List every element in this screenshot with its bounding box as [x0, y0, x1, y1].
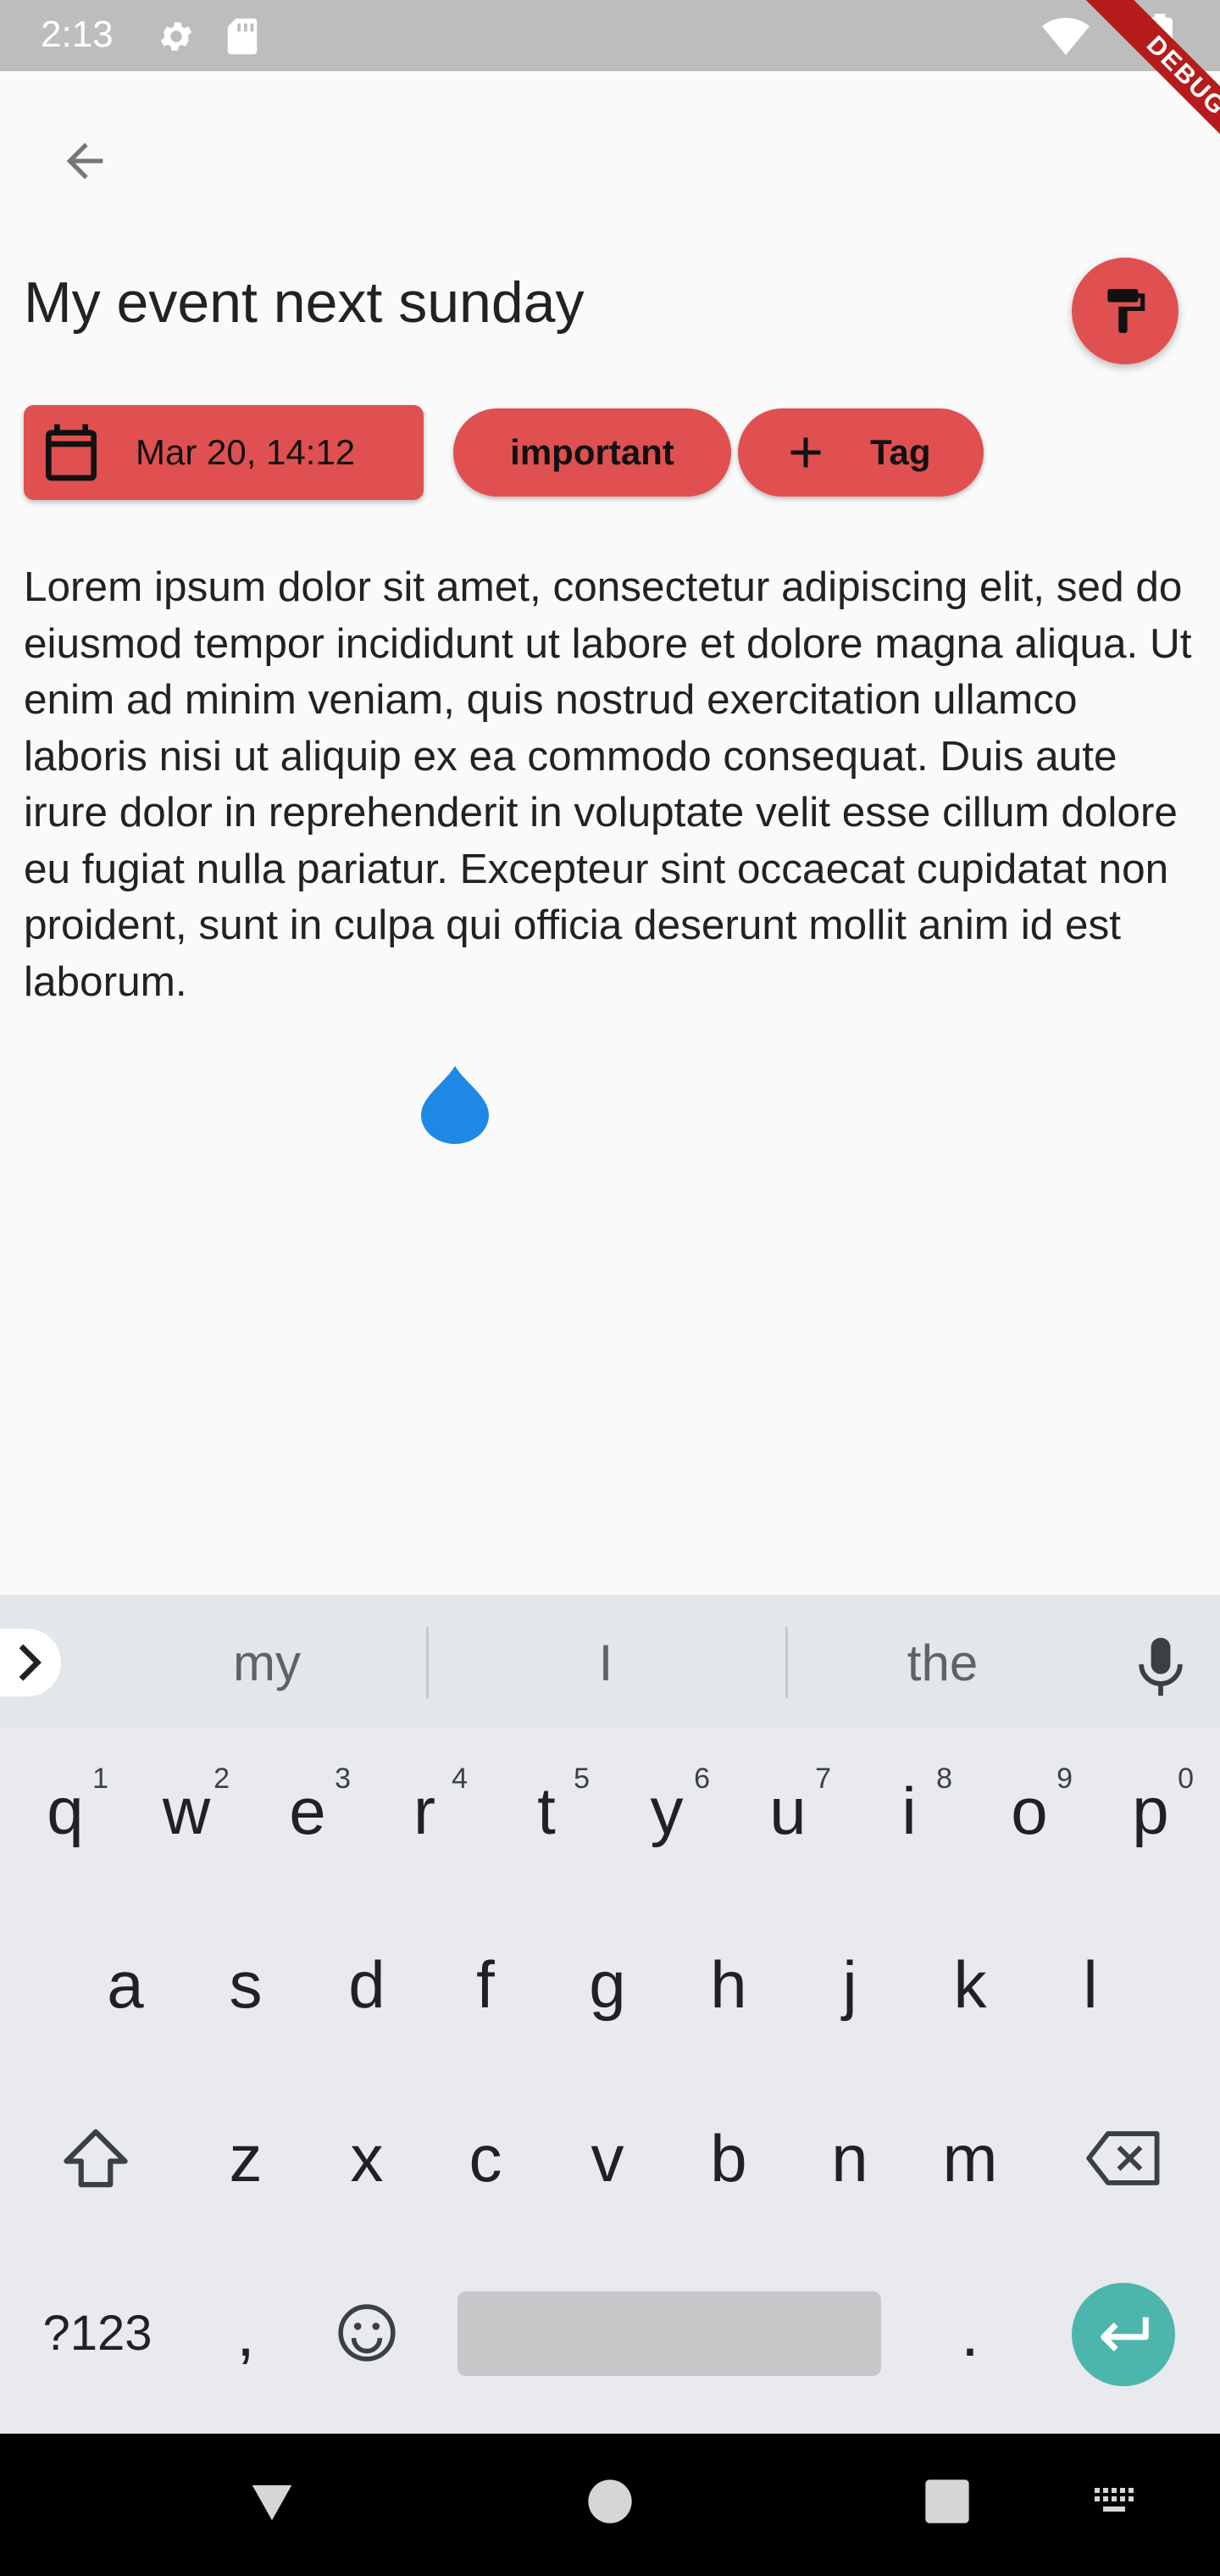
symbols-key[interactable]: ?123: [25, 2269, 169, 2396]
key-hint: 4: [452, 1763, 468, 1795]
key-label: y: [650, 1773, 684, 1848]
key-r[interactable]: r4: [369, 1747, 480, 1874]
nav-back-icon[interactable]: [246, 2474, 298, 2527]
debug-label: DEBUG: [1084, 0, 1220, 169]
key-label: t: [537, 1773, 556, 1848]
enter-icon: [1101, 2317, 1149, 2351]
key-hint: 0: [1178, 1763, 1194, 1795]
add-tag-button[interactable]: Tag: [738, 408, 984, 497]
key-label: o: [1011, 1773, 1048, 1848]
key-label: r: [413, 1773, 435, 1848]
enter-key[interactable]: [1072, 2283, 1175, 2386]
add-tag-label: Tag: [870, 432, 931, 472]
status-bar: 2:13: [0, 0, 1220, 71]
key-hint: 6: [694, 1763, 710, 1795]
suggestion-2[interactable]: I: [432, 1629, 779, 1696]
key-p[interactable]: p0: [1095, 1747, 1206, 1874]
note-body-text[interactable]: Lorem ipsum dolor sit amet, consectetur …: [24, 559, 1196, 1010]
tag-chip[interactable]: important: [453, 408, 731, 497]
mic-icon[interactable]: [1131, 1633, 1190, 1701]
key-c[interactable]: c: [430, 2095, 541, 2222]
suggestion-bar: my I the: [0, 1595, 1220, 1727]
shift-icon: [64, 2129, 128, 2188]
key-j[interactable]: j: [795, 1921, 905, 2048]
soft-keyboard: my I the q1 w2 e3 r4 t5 y6 u7 i8 o9 p0 a…: [0, 1595, 1220, 2434]
debug-banner: DEBUG: [1051, 0, 1220, 169]
key-hint: 5: [574, 1763, 590, 1795]
suggestion-divider: [426, 1627, 429, 1698]
key-hint: 3: [335, 1763, 351, 1795]
key-hint: 1: [92, 1763, 108, 1795]
key-x[interactable]: x: [312, 2095, 422, 2222]
key-n[interactable]: n: [795, 2095, 905, 2222]
arrow-back-icon: [66, 142, 103, 180]
key-label: i: [901, 1773, 917, 1848]
key-y[interactable]: y6: [612, 1747, 722, 1874]
key-v[interactable]: v: [552, 2095, 663, 2222]
nav-keyboard-icon[interactable]: [1093, 2486, 1140, 2517]
nav-home-icon[interactable]: [586, 2478, 634, 2525]
space-key[interactable]: [458, 2291, 881, 2376]
key-w[interactable]: w2: [131, 1747, 241, 1874]
shift-key[interactable]: [41, 2095, 151, 2222]
key-hint: 2: [214, 1763, 230, 1795]
comma-key[interactable]: ,: [191, 2269, 301, 2396]
format-paint-icon: [1107, 289, 1145, 333]
key-label: e: [289, 1773, 326, 1848]
key-z[interactable]: z: [191, 2095, 301, 2222]
calendar-icon: [46, 424, 97, 481]
color-picker-button[interactable]: [1072, 258, 1178, 364]
backspace-icon: [1086, 2131, 1160, 2185]
key-i[interactable]: i8: [854, 1747, 964, 1874]
key-m[interactable]: m: [915, 2095, 1025, 2222]
key-label: w: [162, 1773, 211, 1848]
key-label: u: [769, 1773, 807, 1848]
key-hint: 8: [936, 1763, 952, 1795]
key-u[interactable]: u7: [733, 1747, 843, 1874]
key-h[interactable]: h: [674, 1921, 784, 2048]
key-label: q: [47, 1773, 84, 1848]
period-key[interactable]: .: [915, 2269, 1025, 2396]
emoji-icon: [338, 2304, 396, 2362]
key-a[interactable]: a: [70, 1921, 180, 2048]
key-hint: 9: [1056, 1763, 1073, 1795]
suggestions-expand-button[interactable]: [0, 1629, 61, 1696]
settings-icon: [160, 22, 192, 51]
status-time: 2:13: [41, 14, 114, 55]
key-b[interactable]: b: [674, 2095, 784, 2222]
key-d[interactable]: d: [312, 1921, 422, 2048]
key-e[interactable]: e3: [252, 1747, 363, 1874]
key-k[interactable]: k: [915, 1921, 1025, 2048]
backspace-key[interactable]: [1069, 2095, 1179, 2222]
key-o[interactable]: o9: [974, 1747, 1084, 1874]
date-chip[interactable]: Mar 20, 14:12: [24, 405, 424, 500]
key-label: p: [1132, 1773, 1169, 1848]
date-chip-label: Mar 20, 14:12: [136, 432, 356, 472]
key-l[interactable]: l: [1035, 1921, 1145, 2048]
system-nav-bar: [0, 2434, 1220, 2576]
key-hint: 7: [815, 1763, 831, 1795]
page-title[interactable]: My event next sunday: [24, 269, 584, 336]
key-q[interactable]: q1: [10, 1747, 120, 1874]
key-t[interactable]: t5: [491, 1747, 602, 1874]
suggestion-3[interactable]: the: [788, 1629, 1097, 1696]
suggestion-1[interactable]: my: [93, 1629, 441, 1696]
key-f[interactable]: f: [430, 1921, 541, 2048]
text-cursor-handle[interactable]: [421, 1066, 489, 1144]
plus-icon: [790, 437, 821, 468]
key-s[interactable]: s: [191, 1921, 301, 2048]
chevron-right-icon: [19, 1644, 42, 1681]
back-button[interactable]: [42, 119, 127, 203]
key-g[interactable]: g: [552, 1921, 663, 2048]
nav-recents-icon[interactable]: [923, 2478, 971, 2525]
emoji-key[interactable]: [312, 2269, 422, 2396]
sd-card-icon: [227, 18, 258, 55]
